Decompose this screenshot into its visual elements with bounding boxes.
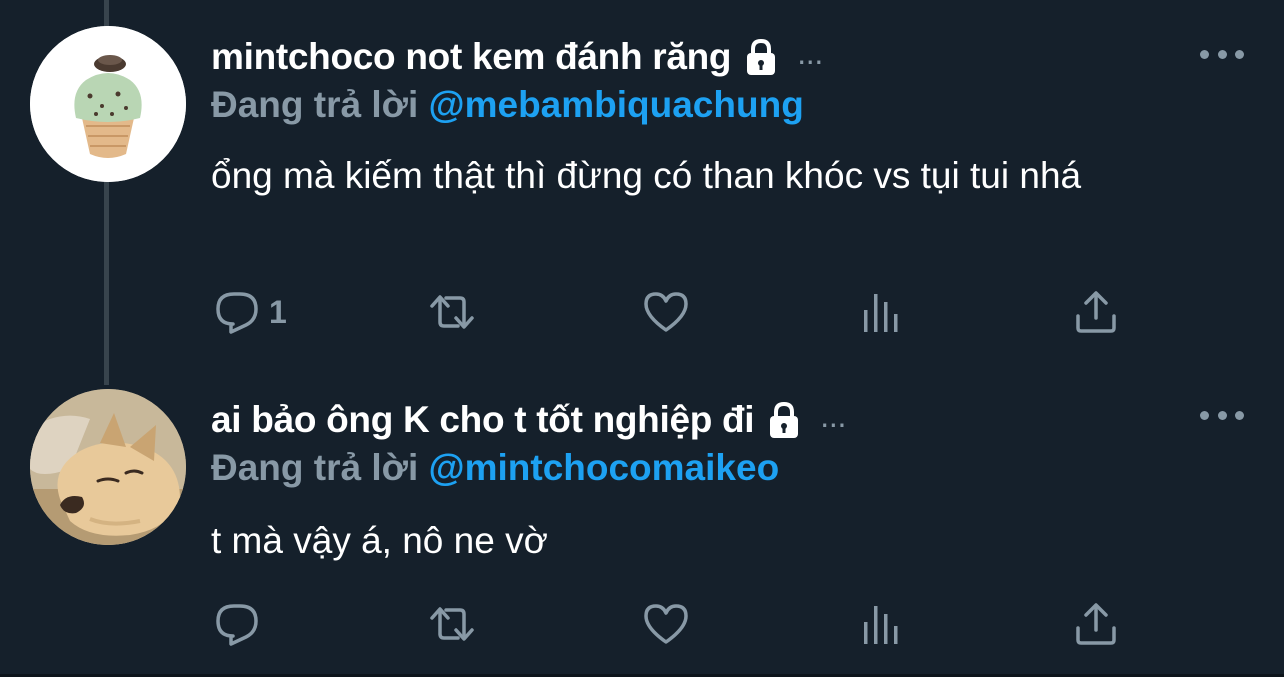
lock-icon bbox=[743, 37, 779, 77]
display-name[interactable]: mintchoco not kem đánh răng bbox=[211, 36, 732, 78]
analytics-button[interactable] bbox=[858, 288, 906, 336]
tweet-text: ổng mà kiếm thật thì đừng có than khóc v… bbox=[211, 155, 1082, 196]
retweet-icon bbox=[430, 295, 474, 329]
like-icon bbox=[644, 604, 688, 644]
reply-button[interactable] bbox=[213, 600, 269, 648]
name-ellipsis: ... bbox=[797, 34, 823, 71]
like-icon bbox=[644, 292, 688, 332]
share-button[interactable] bbox=[1072, 600, 1120, 648]
display-name[interactable]: ai bảo ông K cho t tốt nghiệp đi bbox=[211, 399, 755, 441]
replying-to: Đang trả lời @mintchocomaikeo bbox=[211, 447, 779, 489]
replying-to-handle[interactable]: @mebambiquachung bbox=[429, 84, 804, 125]
replying-to-label: Đang trả lời bbox=[211, 84, 419, 125]
reply-button[interactable]: 1 bbox=[213, 288, 287, 336]
tweet[interactable]: ai bảo ông K cho t tốt nghiệp đi ... Đan… bbox=[0, 385, 1284, 677]
like-button[interactable] bbox=[642, 600, 690, 648]
tweet-text: t mà vậy á, nô ne vờ bbox=[211, 520, 548, 561]
avatar[interactable] bbox=[30, 26, 186, 182]
more-icon[interactable] bbox=[1200, 405, 1244, 425]
display-name-row: ai bảo ông K cho t tốt nghiệp đi ... bbox=[211, 397, 847, 441]
replying-to-handle[interactable]: @mintchocomaikeo bbox=[429, 447, 780, 488]
retweet-button[interactable] bbox=[428, 288, 476, 336]
name-ellipsis: ... bbox=[820, 397, 847, 434]
like-button[interactable] bbox=[642, 288, 690, 336]
more-icon[interactable] bbox=[1200, 44, 1244, 64]
analytics-icon bbox=[864, 294, 898, 332]
tweet-actions bbox=[0, 600, 1284, 650]
replying-to-label: Đang trả lời bbox=[211, 447, 419, 488]
tweet[interactable]: mintchoco not kem đánh răng ... Đang trả… bbox=[0, 0, 1284, 360]
display-name-row: mintchoco not kem đánh răng ... bbox=[211, 34, 823, 78]
analytics-button[interactable] bbox=[858, 600, 906, 648]
sleeping-dog-avatar-image bbox=[30, 389, 186, 545]
tweet-actions: 1 bbox=[0, 288, 1284, 338]
share-icon bbox=[1076, 603, 1116, 645]
avatar[interactable] bbox=[30, 389, 186, 545]
retweet-button[interactable] bbox=[428, 600, 476, 648]
reply-icon bbox=[216, 292, 258, 334]
ice-cream-avatar-image bbox=[30, 26, 186, 182]
lock-icon bbox=[766, 400, 802, 440]
reply-icon bbox=[216, 604, 258, 646]
retweet-icon bbox=[430, 607, 474, 641]
share-button[interactable] bbox=[1072, 288, 1120, 336]
analytics-icon bbox=[864, 606, 898, 644]
replying-to: Đang trả lời @mebambiquachung bbox=[211, 84, 804, 126]
reply-count: 1 bbox=[269, 293, 287, 330]
share-icon bbox=[1076, 291, 1116, 333]
